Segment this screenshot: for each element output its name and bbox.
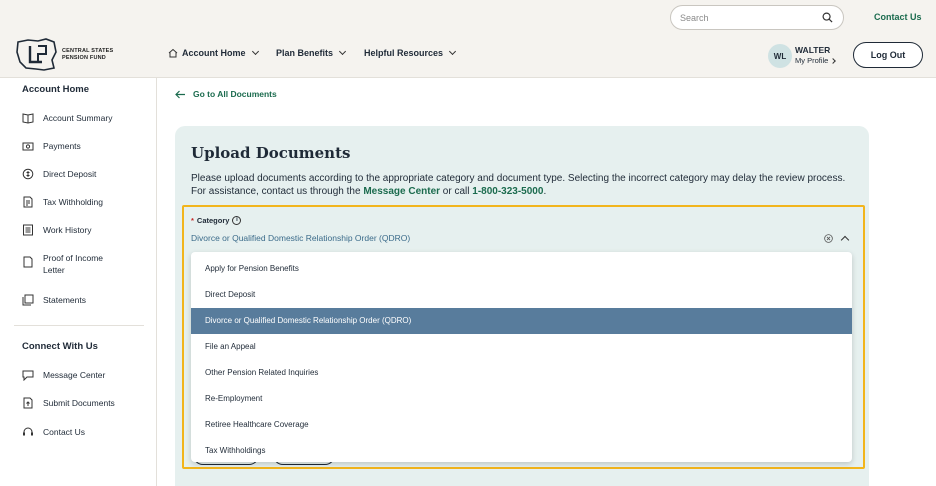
book-icon [22,113,34,124]
upload-icon [23,397,33,409]
sidebar-item-work-history[interactable]: Work History [22,224,92,236]
page-title: Upload Documents [191,144,351,162]
document-icon [23,256,33,268]
search-box[interactable] [670,5,844,30]
sidebar-item-account-summary[interactable]: Account Summary [22,112,112,124]
list-icon [23,224,33,236]
dropdown-option[interactable]: Tax Withholdings [191,438,852,462]
category-select-value[interactable]: Divorce or Qualified Domestic Relationsh… [191,233,410,243]
log-out-button[interactable]: Log Out [853,42,923,68]
page-description: Please upload documents according to the… [191,173,846,197]
category-dropdown-list: Apply for Pension Benefits Direct Deposi… [191,252,852,462]
bank-icon [22,168,34,180]
sidebar-item-direct-deposit[interactable]: Direct Deposit [22,168,96,180]
dropdown-option[interactable]: Other Pension Related Inquiries [191,360,852,386]
chevron-down-icon [251,47,259,56]
sidebar-item-tax-withholding[interactable]: Tax Withholding [22,196,103,208]
sidebar-divider [14,325,144,326]
dropdown-option[interactable]: Retiree Healthcare Coverage [191,412,852,438]
search-icon[interactable] [822,12,833,23]
statements-icon [22,294,34,306]
dropdown-option[interactable]: File an Appeal [191,334,852,360]
chevron-down-icon [448,47,457,56]
headset-icon [23,427,33,436]
phone-link[interactable]: 1-800-323-5000 [472,186,543,197]
payments-icon [22,142,34,151]
clear-icon[interactable] [824,234,833,243]
category-label: * Category i [191,216,242,225]
top-header: Contact Us CENTRAL STATES PENSION FUND A… [0,0,936,78]
chevron-right-icon [830,58,837,64]
nav-account-home[interactable]: Account Home [168,47,259,58]
sidebar-item-contact-us[interactable]: Contact Us [22,426,85,438]
sidebar-heading-account-home: Account Home [22,84,90,95]
search-input[interactable] [680,10,820,26]
sidebar-item-submit-documents[interactable]: Submit Documents [22,397,115,409]
dropdown-option[interactable]: Apply for Pension Benefits [191,256,852,282]
contact-us-link[interactable]: Contact Us [874,12,922,22]
tax-icon [23,196,33,208]
sidebar-item-proof-of-income-letter[interactable]: Proof of Income Letter [22,252,118,276]
go-to-all-documents-link[interactable]: Go to All Documents [175,89,277,99]
sidebar-item-payments[interactable]: Payments [22,140,81,152]
sidebar: Account Home Account Summary Payments Di… [0,78,157,486]
dropdown-option[interactable]: Direct Deposit [191,282,852,308]
dropdown-option[interactable]: Re-Employment [191,386,852,412]
avatar[interactable]: WL [768,44,792,68]
chevron-down-icon [338,47,347,56]
my-profile-link[interactable]: My Profile [795,56,837,65]
home-icon [168,48,178,58]
sidebar-item-statements[interactable]: Statements [22,294,86,306]
user-name: WALTER [795,45,831,55]
arrow-left-icon [175,90,185,98]
message-center-link[interactable]: Message Center [363,186,440,197]
nav-helpful-resources[interactable]: Helpful Resources [364,47,457,58]
sidebar-item-message-center[interactable]: Message Center [22,369,105,381]
dropdown-option-selected[interactable]: Divorce or Qualified Domestic Relationsh… [191,308,852,334]
nav-plan-benefits[interactable]: Plan Benefits [276,47,347,58]
logo-text: CENTRAL STATES PENSION FUND [62,48,114,61]
sidebar-heading-connect: Connect With Us [22,341,98,352]
info-icon[interactable]: i [232,216,242,225]
message-icon [22,370,34,381]
